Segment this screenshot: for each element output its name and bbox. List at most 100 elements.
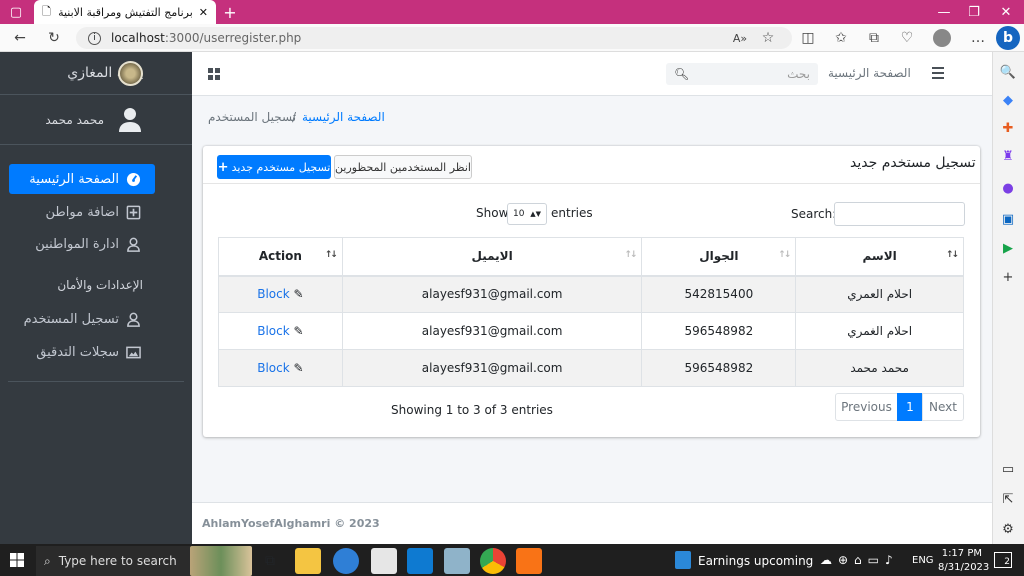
navbar-home-link[interactable]: الصفحة الرئيسية: [828, 66, 911, 80]
restore-icon[interactable]: ❐: [958, 0, 990, 24]
sidebar-item-audit-logs[interactable]: سجلات التدقيق: [9, 337, 155, 367]
edit-icon[interactable]: ✎: [294, 361, 304, 375]
profile-avatar[interactable]: [930, 26, 954, 50]
navbar-search[interactable]: 🔍︎ بحث: [666, 63, 818, 85]
news-icon[interactable]: [675, 551, 691, 569]
user-panel[interactable]: محمد محمد: [0, 95, 192, 145]
drop-icon[interactable]: ▶: [997, 237, 1019, 259]
file-explorer-icon[interactable]: [295, 548, 321, 574]
system-tray-icons[interactable]: ☁⊕⌂▭♪: [820, 553, 899, 567]
sidebar-layout-icon[interactable]: ▭: [997, 458, 1019, 480]
new-tab-button[interactable]: +: [214, 0, 246, 24]
news-widget-text[interactable]: Earnings upcoming: [698, 554, 813, 568]
task-view-icon[interactable]: ⧉: [257, 548, 283, 574]
hamburger-menu-icon[interactable]: [930, 66, 946, 80]
edit-icon[interactable]: ✎: [294, 287, 304, 301]
taskbar-search-input[interactable]: Type here to search: [59, 554, 177, 568]
image-icon: [126, 346, 141, 359]
tab-actions-icon[interactable]: ▢: [0, 0, 32, 24]
xampp-icon[interactable]: [516, 548, 542, 574]
notepad-icon[interactable]: [444, 548, 470, 574]
name-cell: احلام العمري: [795, 275, 964, 313]
email-cell: alayesf931@gmail.com: [341, 312, 643, 350]
copilot-icon[interactable]: ●: [997, 177, 1019, 199]
collections-icon[interactable]: ⧉: [862, 26, 886, 50]
name-cell: احلام الغمري: [795, 312, 964, 350]
more-options-icon[interactable]: …: [966, 26, 990, 50]
search-highlight-image[interactable]: [190, 546, 252, 576]
tab-title: برنامج التفتيش ومراقبة الابنية: [58, 5, 193, 19]
split-screen-icon[interactable]: ◫: [796, 26, 820, 50]
table-search-input[interactable]: [834, 202, 965, 226]
column-header-email[interactable]: الايميل ↑↓: [341, 237, 643, 277]
table-info: Showing 1 to 3 of 3 entries: [391, 403, 553, 417]
dashboard-icon: [126, 172, 141, 187]
clock-time[interactable]: 1:17 PM: [940, 548, 982, 559]
settings-gear-icon[interactable]: ⚙: [997, 518, 1019, 540]
shopping-icon[interactable]: ◆: [997, 89, 1019, 111]
info-icon: i: [88, 31, 101, 45]
sidebar-search-icon[interactable]: 🔍: [997, 61, 1019, 83]
select-arrows-icon: ▲▼: [530, 210, 541, 218]
store-icon[interactable]: [371, 548, 397, 574]
sort-icon: ↑↓: [778, 250, 791, 260]
breadcrumb-home[interactable]: الصفحة الرئيسية: [302, 110, 385, 126]
user-avatar-icon: [119, 108, 141, 132]
block-link[interactable]: Block: [257, 361, 289, 375]
sort-icon: ↑↓: [324, 250, 338, 260]
tools-icon[interactable]: ✚: [997, 117, 1019, 139]
games-icon[interactable]: ♜: [997, 145, 1019, 167]
bing-icon[interactable]: b: [996, 26, 1020, 50]
clock-date[interactable]: 8/31/2023: [938, 562, 989, 573]
pagination-next[interactable]: Next: [922, 393, 964, 421]
new-user-button[interactable]: + تسجيل مستخدم جديد: [217, 155, 331, 179]
edit-icon[interactable]: ✎: [294, 324, 304, 338]
action-cell: Block ✎: [218, 275, 343, 313]
brand-link[interactable]: بلدية المغازي: [0, 52, 192, 95]
external-link-icon[interactable]: ⇱: [997, 488, 1019, 510]
back-icon[interactable]: ←: [8, 26, 32, 50]
browser-tab[interactable]: 🗋 برنامج التفتيش ومراقبة الابنية ✕: [34, 0, 216, 24]
grid-apps-icon[interactable]: [207, 67, 221, 81]
column-header-phone[interactable]: الجوال ↑↓: [641, 237, 797, 277]
vscode-icon[interactable]: [407, 548, 433, 574]
read-aloud-icon[interactable]: A»: [728, 26, 752, 50]
brand-logo: [118, 61, 143, 86]
sidebar-item-user-register[interactable]: تسجيل المستخدم: [9, 304, 155, 334]
sidebar-item-label: سجلات التدقيق: [36, 344, 119, 360]
block-link[interactable]: Block: [257, 324, 289, 338]
favorite-star-icon[interactable]: ☆: [756, 26, 780, 50]
email-cell: alayesf931@gmail.com: [341, 349, 643, 387]
edge-browser-icon[interactable]: [333, 548, 359, 574]
add-sidebar-icon[interactable]: +: [997, 266, 1019, 288]
windows-start-icon[interactable]: [10, 553, 24, 567]
sidebar-item-add-citizen[interactable]: اضافة مواطن: [9, 197, 155, 227]
close-tab-icon[interactable]: ✕: [199, 6, 208, 19]
pagination-page-1[interactable]: 1: [897, 393, 923, 421]
column-header-name[interactable]: الاسم ↑↓: [795, 237, 964, 277]
chrome-icon[interactable]: [480, 548, 506, 574]
language-indicator[interactable]: ENG: [912, 555, 934, 566]
search-icon[interactable]: 🔍︎: [674, 67, 689, 81]
health-icon[interactable]: ♡: [895, 26, 919, 50]
pagination-previous[interactable]: Previous: [835, 393, 898, 421]
search-input[interactable]: بحث: [787, 67, 810, 81]
outlook-icon[interactable]: ▣: [997, 208, 1019, 230]
address-bar[interactable]: i localhost:3000/userregister.php: [76, 27, 792, 49]
notification-icon[interactable]: 2: [994, 552, 1012, 568]
column-header-action[interactable]: Action ↑↓: [218, 237, 343, 277]
favorites-icon[interactable]: ✩: [829, 26, 853, 50]
sidebar-item-manage-citizens[interactable]: ادارة المواطنين: [9, 229, 155, 259]
banned-users-button[interactable]: انظر المستخدمين المحظورين: [334, 155, 472, 179]
taskbar-search[interactable]: ⌕ Type here to search: [36, 546, 190, 576]
block-link[interactable]: Block: [257, 287, 289, 301]
table-row: Block ✎ alayesf931@gmail.com 542815400 ا…: [218, 275, 964, 313]
page-size-select[interactable]: 10 ▲▼: [507, 203, 547, 225]
minimize-icon[interactable]: —: [928, 0, 960, 24]
footer-text: AhlamYosefAlghamri © 2023: [202, 517, 380, 530]
breadcrumb-current: تسجيل المستخدم: [208, 110, 297, 124]
sidebar-item-home[interactable]: الصفحة الرئيسية: [9, 164, 155, 194]
users-table: Action ↑↓ الايميل ↑↓ الجوال ↑↓ الاسم ↑↓ Bloc…: [218, 237, 964, 387]
refresh-icon[interactable]: ↻: [42, 26, 66, 50]
close-window-icon[interactable]: ✕: [990, 0, 1022, 24]
